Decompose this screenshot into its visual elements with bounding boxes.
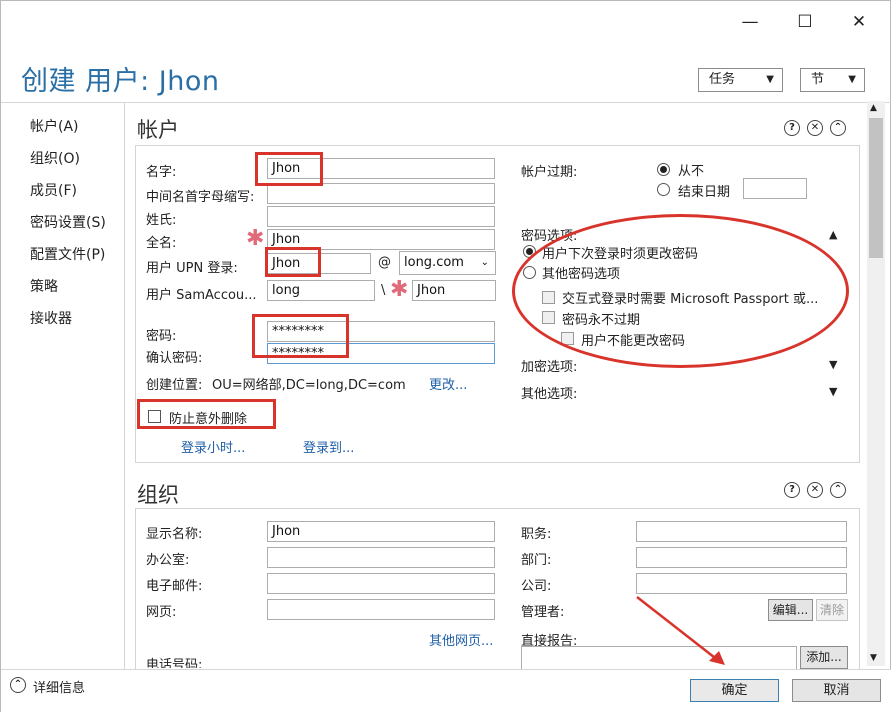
sections-label: 节 — [811, 72, 825, 87]
first-name-label: 名字: — [146, 165, 177, 180]
office-field[interactable] — [267, 547, 495, 568]
nav-item-account[interactable]: 帐户(A) — [30, 116, 79, 136]
tasks-label: 任务 — [709, 72, 736, 87]
annotation-arrow — [636, 596, 725, 665]
nav-divider — [124, 102, 125, 669]
upn-domain-select[interactable]: long.com ⌄ — [399, 251, 496, 275]
phone-label: 电话号码: — [146, 658, 203, 668]
display-name-label: 显示名称: — [146, 527, 203, 542]
expires-never-radio[interactable] — [657, 163, 670, 176]
tasks-dropdown[interactable]: 任务 ▼ — [698, 68, 783, 92]
minimize-icon[interactable]: — — [735, 9, 765, 35]
nav-item-policy[interactable]: 策略 — [30, 276, 58, 296]
page-title: 创建 用户: Jhon — [21, 66, 220, 97]
create-user-window: — ☐ ✕ 创建 用户: Jhon 任务 ▼ 节 ▼ 帐户(A) 组织(O) 成… — [0, 0, 891, 712]
nav-item-receivers[interactable]: 接收器 — [30, 308, 72, 328]
add-direct-report-button[interactable]: 添加... — [800, 646, 848, 669]
webpage-field[interactable] — [267, 599, 495, 620]
last-name-field[interactable] — [267, 206, 495, 227]
expires-end-date-radio[interactable] — [657, 183, 670, 196]
manager-label: 管理者: — [521, 605, 565, 620]
job-title-label: 职务: — [521, 527, 552, 542]
edit-manager-button[interactable]: 编辑... — [768, 599, 813, 621]
office-label: 办公室: — [146, 553, 190, 568]
sam-user-field[interactable]: Jhon — [412, 280, 496, 301]
sections-dropdown[interactable]: 节 ▼ — [800, 68, 865, 92]
other-options-label: 其他选项: — [521, 387, 578, 402]
scroll-up-icon[interactable]: ▲ — [870, 103, 877, 113]
annotation-oval — [512, 214, 849, 368]
expand-down-icon[interactable]: ▼ — [829, 385, 837, 398]
help-icon[interactable]: ? — [784, 482, 800, 498]
confirm-password-label: 确认密码: — [146, 351, 203, 366]
account-section-title: 帐户 — [137, 118, 179, 142]
close-section-icon[interactable]: ✕ — [807, 120, 823, 136]
scrollbar-thumb[interactable] — [869, 118, 883, 258]
annotation-box — [265, 247, 321, 277]
organization-section-title: 组织 — [137, 483, 179, 507]
collapse-up-icon[interactable]: ▲ — [829, 228, 837, 241]
email-field[interactable] — [267, 573, 495, 594]
ok-button[interactable]: 确定 — [690, 679, 779, 702]
company-label: 公司: — [521, 579, 552, 594]
maximize-icon[interactable]: ☐ — [790, 9, 820, 35]
nav-item-organization[interactable]: 组织(O) — [30, 148, 80, 168]
middle-initial-field[interactable] — [267, 183, 495, 204]
expires-end-date-label: 结束日期 — [678, 185, 731, 200]
upn-domain-value: long.com — [404, 255, 464, 270]
department-label: 部门: — [521, 553, 552, 568]
annotation-box — [252, 314, 349, 358]
required-star-icon: ✱ — [390, 277, 409, 302]
logon-hours-link[interactable]: 登录小时... — [181, 437, 245, 456]
department-field[interactable] — [636, 547, 847, 568]
required-star-icon: ✱ — [246, 226, 265, 251]
close-icon[interactable]: ✕ — [844, 9, 874, 35]
change-location-link[interactable]: 更改... — [429, 374, 467, 393]
scroll-down-icon[interactable]: ▼ — [870, 653, 877, 663]
chevron-down-icon: ⌄ — [480, 257, 489, 268]
job-title-field[interactable] — [636, 521, 847, 542]
nav-item-password-settings[interactable]: 密码设置(S) — [30, 212, 106, 232]
last-name-label: 姓氏: — [146, 213, 177, 228]
upn-label: 用户 UPN 登录: — [146, 261, 238, 276]
logon-to-link[interactable]: 登录到... — [303, 437, 354, 456]
expand-details-icon[interactable]: ⌃ — [10, 677, 26, 693]
end-date-field[interactable] — [743, 178, 807, 199]
backslash: \ — [381, 283, 386, 298]
chevron-down-icon: ▼ — [766, 74, 774, 85]
chevron-down-icon: ▼ — [848, 74, 856, 85]
account-expires-label: 帐户过期: — [521, 165, 578, 180]
clear-manager-button[interactable]: 清除 — [816, 599, 848, 621]
create-in-value: OU=网络部,DC=long,DC=com — [212, 378, 406, 393]
collapse-icon[interactable]: ⌃ — [830, 482, 846, 498]
more-info-label[interactable]: 详细信息 — [33, 677, 85, 696]
at-sign: @ — [378, 255, 391, 270]
other-webpages-link[interactable]: 其他网页... — [429, 630, 493, 649]
sam-domain-field: long — [267, 280, 375, 301]
display-name-field[interactable]: Jhon — [267, 521, 495, 542]
create-in-label: 创建位置: — [146, 378, 203, 393]
expires-never-label: 从不 — [678, 164, 705, 179]
cancel-button[interactable]: 取消 — [792, 679, 881, 702]
middle-initial-label: 中间名首字母缩写: — [146, 190, 255, 205]
nav-item-profile[interactable]: 配置文件(P) — [30, 244, 105, 264]
help-icon[interactable]: ? — [784, 120, 800, 136]
expand-down-icon[interactable]: ▼ — [829, 358, 837, 371]
encryption-options-label: 加密选项: — [521, 360, 578, 375]
webpage-label: 网页: — [146, 605, 177, 620]
email-label: 电子邮件: — [146, 579, 203, 594]
collapse-icon[interactable]: ⌃ — [830, 120, 846, 136]
close-section-icon[interactable]: ✕ — [807, 482, 823, 498]
sam-label: 用户 SamAccou... — [146, 288, 257, 303]
full-name-label: 全名: — [146, 236, 177, 251]
password-label: 密码: — [146, 329, 177, 344]
annotation-box — [255, 152, 323, 186]
annotation-box — [137, 399, 276, 429]
header-divider — [1, 102, 891, 103]
nav-item-member-of[interactable]: 成员(F) — [30, 180, 77, 200]
